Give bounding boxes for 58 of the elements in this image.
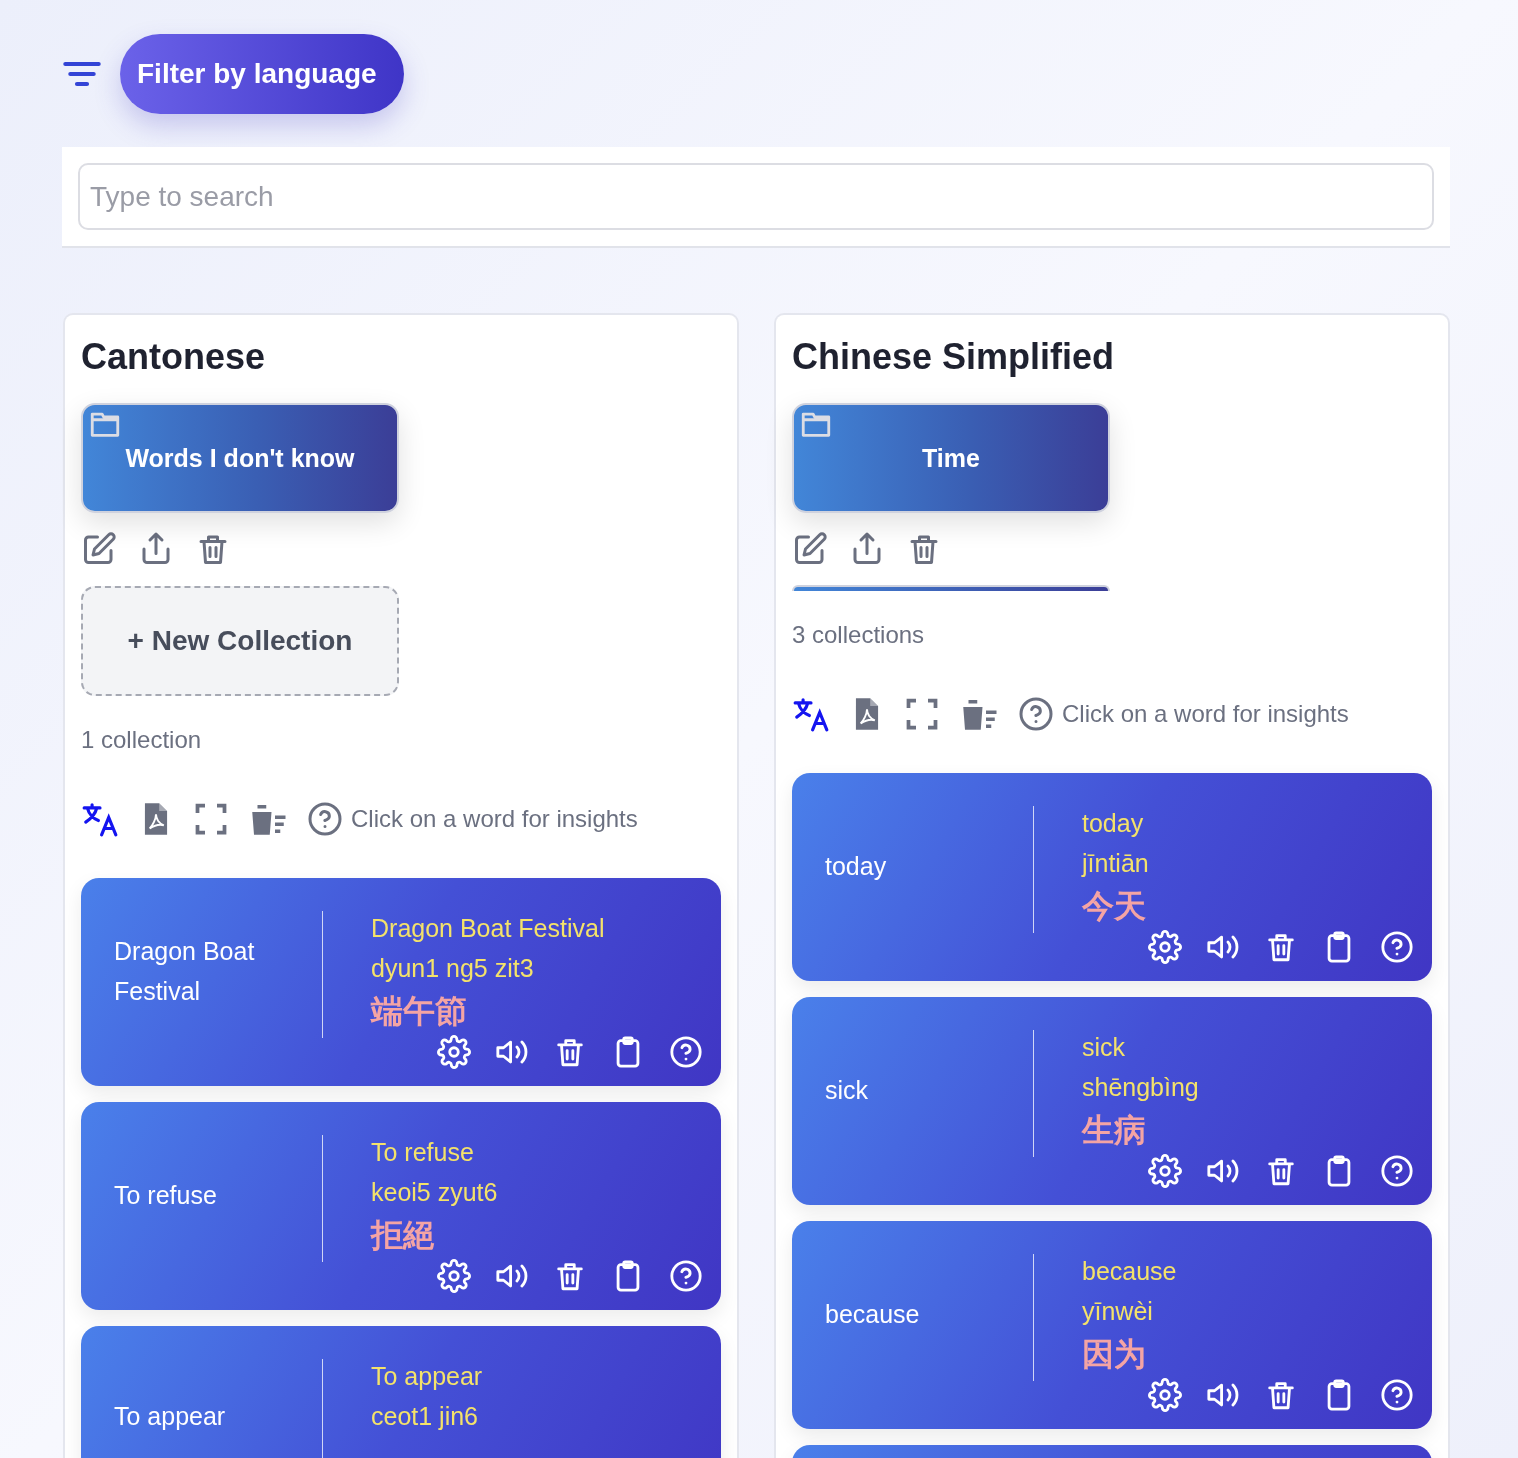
new-collection-button[interactable]: + New Collection	[81, 586, 399, 696]
help-icon[interactable]	[1380, 929, 1414, 964]
word-card[interactable]: To appear To appear ceot1 jin6	[81, 1326, 721, 1458]
word-card[interactable]: because because yīnwèi 因为	[792, 1221, 1432, 1429]
settings-icon[interactable]	[1148, 1153, 1182, 1188]
fullscreen-icon[interactable]	[904, 696, 940, 732]
word-characters: 拒絕	[371, 1216, 436, 1255]
word-term: Dragon Boat Festival	[114, 936, 256, 1008]
collection-card[interactable]: Time	[792, 403, 1110, 513]
word-card[interactable]: today today jīntiān 今天	[792, 773, 1432, 981]
collection-count: 3 collections	[792, 621, 926, 649]
translate-icon[interactable]	[81, 800, 119, 838]
word-translation: sick	[1082, 1032, 1127, 1063]
word-romanization: shēngbìng	[1082, 1072, 1200, 1103]
language-title: Chinese Simplified	[792, 335, 1116, 379]
word-term: To refuse	[114, 1180, 218, 1212]
word-romanization: jīntiān	[1082, 848, 1150, 879]
word-translation: today	[1082, 808, 1145, 839]
help-icon[interactable]	[669, 1034, 703, 1069]
word-romanization: yīnwèi	[1082, 1296, 1154, 1327]
translate-icon[interactable]	[792, 695, 830, 733]
help-icon	[307, 801, 343, 837]
word-term: To appear	[114, 1401, 227, 1433]
settings-icon[interactable]	[1148, 1377, 1182, 1412]
word-romanization: dyun1 ng5 zit3	[371, 953, 535, 984]
word-card[interactable]: To refuse To refuse keoi5 zyut6 拒絕	[81, 1102, 721, 1310]
insights-hint: Click on a word for insights	[1062, 700, 1349, 728]
word-term: sick	[825, 1075, 870, 1107]
edit-icon[interactable]	[81, 531, 117, 567]
fullscreen-icon[interactable]	[193, 801, 229, 837]
help-icon[interactable]	[669, 1258, 703, 1293]
filter-button[interactable]: Filter by language	[120, 34, 404, 114]
word-term: because	[825, 1299, 921, 1331]
word-characters: 生病	[1082, 1111, 1147, 1150]
settings-icon[interactable]	[437, 1258, 471, 1293]
word-romanization: keoi5 zyut6	[371, 1177, 499, 1208]
word-characters: 今天	[1082, 887, 1147, 926]
word-translation: Dragon Boat Festival	[371, 913, 606, 944]
help-icon	[1018, 696, 1054, 732]
word-card[interactable]: Dragon Boat Festival Dragon Boat Festival dyun1 ng5 zit3 端午節	[81, 878, 721, 1086]
collection-card[interactable]: Words I don't know	[81, 403, 399, 513]
word-translation: To refuse	[371, 1137, 475, 1168]
word-translation: because	[1082, 1256, 1178, 1287]
collection-count: 1 collection	[81, 726, 203, 754]
settings-icon[interactable]	[1148, 929, 1182, 964]
insights-hint: Click on a word for insights	[351, 805, 638, 833]
help-icon[interactable]	[1380, 1377, 1414, 1412]
settings-icon[interactable]	[437, 1034, 471, 1069]
edit-icon[interactable]	[792, 531, 828, 567]
search-field[interactable]: Type to search	[78, 163, 1434, 230]
language-title: Cantonese	[81, 335, 267, 379]
word-characters: 因为	[1082, 1335, 1147, 1374]
help-icon[interactable]	[1380, 1153, 1414, 1188]
word-card[interactable]: sick sick shēngbìng 生病	[792, 997, 1432, 1205]
word-romanization: ceot1 jin6	[371, 1401, 480, 1432]
word-characters: 端午節	[371, 992, 468, 1031]
word-translation: To appear	[371, 1361, 484, 1392]
word-term: today	[825, 851, 888, 883]
